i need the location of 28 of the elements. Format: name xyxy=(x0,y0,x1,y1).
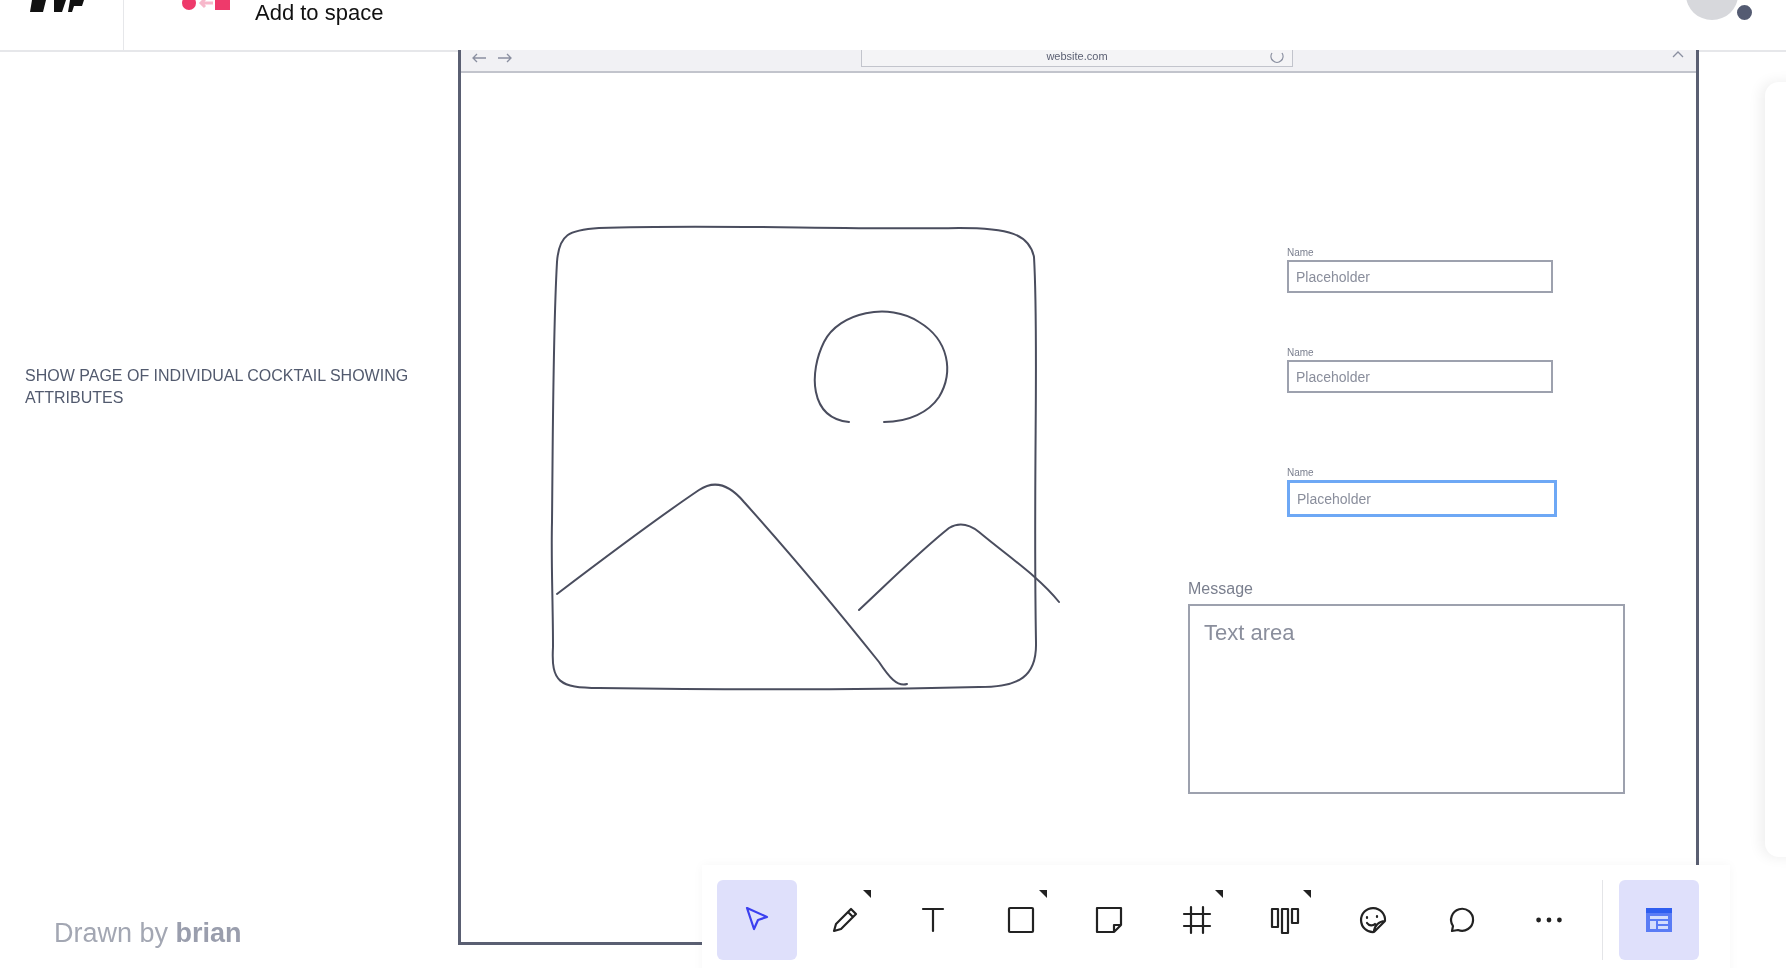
template-tool-button[interactable] xyxy=(1619,880,1699,960)
sticky-note-text: SHOW PAGE OF INDIVIDUAL COCKTAIL SHOWING ATTRIBUTES xyxy=(25,366,410,408)
pointer-tool-button[interactable] xyxy=(717,880,797,960)
square-icon xyxy=(1005,904,1037,936)
submenu-corner-icon xyxy=(1215,890,1223,898)
sticker-icon xyxy=(1357,904,1389,936)
url-field: website.com xyxy=(861,50,1293,67)
name-input-field[interactable]: Placeholder xyxy=(1287,360,1553,393)
reload-icon xyxy=(1270,52,1284,64)
message-label: Message xyxy=(1188,580,1254,598)
add-to-space-label[interactable]: Add to space xyxy=(255,0,384,26)
field-label: Name xyxy=(1287,467,1315,478)
submenu-corner-icon xyxy=(1303,890,1311,898)
hash-icon xyxy=(1181,904,1213,936)
message-textarea[interactable]: Text area xyxy=(1188,604,1625,794)
back-arrow-icon xyxy=(471,52,487,63)
field-label: Name xyxy=(1287,247,1315,258)
more-icon xyxy=(1536,917,1562,923)
drawn-by-credit: Drawn by brian xyxy=(54,918,242,949)
name-input-field[interactable]: Placeholder xyxy=(1287,260,1553,293)
submenu-corner-icon xyxy=(1039,890,1047,898)
submenu-corner-icon xyxy=(863,890,871,898)
name-input-field[interactable]: Placeholder xyxy=(1287,480,1557,517)
sticky-note-icon xyxy=(1093,904,1125,936)
presence-dot xyxy=(1735,3,1754,22)
field-label: Name xyxy=(1287,347,1315,358)
forward-arrow-icon xyxy=(497,52,513,63)
collapse-caret-icon xyxy=(1672,50,1684,58)
